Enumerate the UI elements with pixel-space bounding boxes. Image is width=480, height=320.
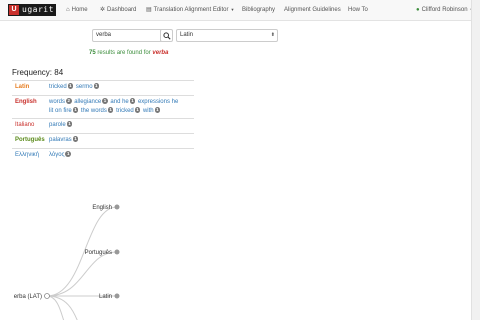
- results-summary: 75 results are found for verba: [89, 50, 168, 56]
- caret-down-icon: ▼: [230, 7, 235, 12]
- search-button[interactable]: [160, 29, 173, 42]
- page-scrollbar[interactable]: [471, 0, 480, 320]
- select-arrows-icon: ⬍: [270, 32, 275, 38]
- word-link[interactable]: parole: [49, 122, 66, 128]
- frequency-heading: Frequency: 84: [12, 68, 64, 77]
- search-icon: [163, 32, 171, 40]
- logo-text: ugarit: [22, 5, 54, 14]
- tree-leaf-node[interactable]: [114, 249, 120, 255]
- word-link[interactable]: expressions: [138, 99, 170, 105]
- nav-home-label: Home: [71, 7, 88, 13]
- nav-bibliography[interactable]: Bibliography: [242, 0, 275, 20]
- translation-table: Latin tricked 1 sermo 1 English words 2 all…: [12, 80, 194, 163]
- count-badge: 1: [107, 107, 114, 114]
- nav-home[interactable]: ⌂ Home: [66, 0, 88, 20]
- row-language: Latin: [15, 84, 30, 90]
- table-row: Italiano parole 1: [12, 118, 194, 133]
- tree-link: [46, 251, 118, 297]
- word-link[interactable]: tricked: [49, 84, 67, 90]
- word-link[interactable]: λόγος: [49, 152, 64, 158]
- row-language: English: [15, 99, 37, 105]
- word-link[interactable]: he: [172, 99, 179, 105]
- nav-guidelines-label: Alignment Guidelines: [284, 7, 341, 13]
- table-row: Latin tricked 1 sermo 1: [12, 80, 194, 95]
- results-count: 75: [89, 50, 96, 56]
- word-link[interactable]: and he: [110, 99, 128, 105]
- count-badge: 1: [134, 107, 141, 114]
- search-input[interactable]: [92, 29, 163, 42]
- row-language: Português: [15, 137, 45, 143]
- row-language: Italiano: [15, 122, 35, 128]
- table-row: Português palavras 1: [12, 133, 194, 148]
- dashboard-icon: ✲: [100, 7, 106, 13]
- count-badge: 1: [67, 83, 74, 90]
- tree-link: [46, 295, 65, 320]
- nav-alignment-guidelines[interactable]: Alignment Guidelines: [284, 0, 341, 20]
- tree-leaf-label: Latin: [99, 294, 112, 300]
- row-words: tricked 1 sermo 1: [49, 83, 192, 92]
- word-link[interactable]: allegiance: [74, 99, 101, 105]
- row-words: words 2 allegiance 1 and he 1 expressions h…: [49, 98, 192, 116]
- language-select-value: Latin: [180, 32, 194, 38]
- tree-link: [46, 295, 78, 320]
- nav-dashboard-label: Dashboard: [107, 7, 137, 13]
- word-link[interactable]: tricked: [116, 108, 134, 114]
- user-icon: ●: [416, 7, 420, 13]
- nav-editor-label: Translation Alignment Editor: [153, 7, 229, 13]
- word-link[interactable]: with: [143, 108, 154, 114]
- user-name: Clifford Robinson: [421, 7, 468, 13]
- table-row: Ελληνική λόγος 1: [12, 148, 194, 163]
- nav-user-menu[interactable]: ●Clifford Robinson▼: [416, 0, 474, 20]
- tree-root-node[interactable]: [44, 293, 50, 299]
- tree-leaf-node[interactable]: [114, 204, 120, 210]
- tree-leaf-label: Português: [85, 250, 112, 256]
- nav-alignment-editor[interactable]: ▤ Translation Alignment Editor ▼: [146, 0, 234, 20]
- word-link[interactable]: palavras: [49, 137, 72, 143]
- count-badge: 1: [72, 107, 79, 114]
- logo-mark: U: [9, 5, 19, 15]
- ugarit-logo[interactable]: U ugarit: [8, 4, 56, 16]
- navbar: U ugarit ⌂ Home ✲ Dashboard ▤ Translation A…: [0, 0, 474, 21]
- home-icon: ⌂: [66, 7, 70, 13]
- count-badge: 1: [129, 98, 136, 105]
- translation-tree: erba (LAT) English Português Latin: [14, 204, 120, 320]
- count-badge: 1: [72, 136, 79, 143]
- count-badge: 1: [66, 121, 73, 128]
- nav-dashboard[interactable]: ✲ Dashboard: [100, 0, 136, 20]
- tree-leaf-node[interactable]: [114, 293, 120, 299]
- word-link[interactable]: lit on fire: [49, 108, 72, 114]
- results-text: results are found for: [97, 50, 151, 56]
- nav-howto-label: How To: [348, 7, 368, 13]
- table-row: English words 2 allegiance 1 and he 1 expre…: [12, 95, 194, 118]
- nav-bibliography-label: Bibliography: [242, 7, 276, 13]
- row-language: Ελληνική: [15, 152, 40, 158]
- tree-leaf-label: English: [92, 205, 112, 211]
- tree-root-label: erba (LAT): [14, 294, 42, 300]
- results-term: verba: [152, 50, 169, 56]
- word-link[interactable]: words: [49, 99, 65, 105]
- count-badge: 1: [65, 151, 71, 158]
- count-badge: 2: [66, 98, 72, 105]
- word-link[interactable]: the words: [81, 108, 107, 114]
- word-link[interactable]: sermo: [76, 84, 93, 90]
- count-badge: 1: [93, 83, 100, 90]
- count-badge: 1: [102, 98, 108, 105]
- row-words: parole 1: [49, 121, 192, 130]
- row-words: palavras 1: [49, 136, 192, 145]
- language-select[interactable]: Latin ⬍: [176, 29, 278, 42]
- row-words: λόγος 1: [49, 151, 192, 160]
- editor-icon: ▤: [146, 7, 152, 13]
- nav-how-to[interactable]: How To: [348, 0, 368, 20]
- count-badge: 1: [154, 107, 161, 114]
